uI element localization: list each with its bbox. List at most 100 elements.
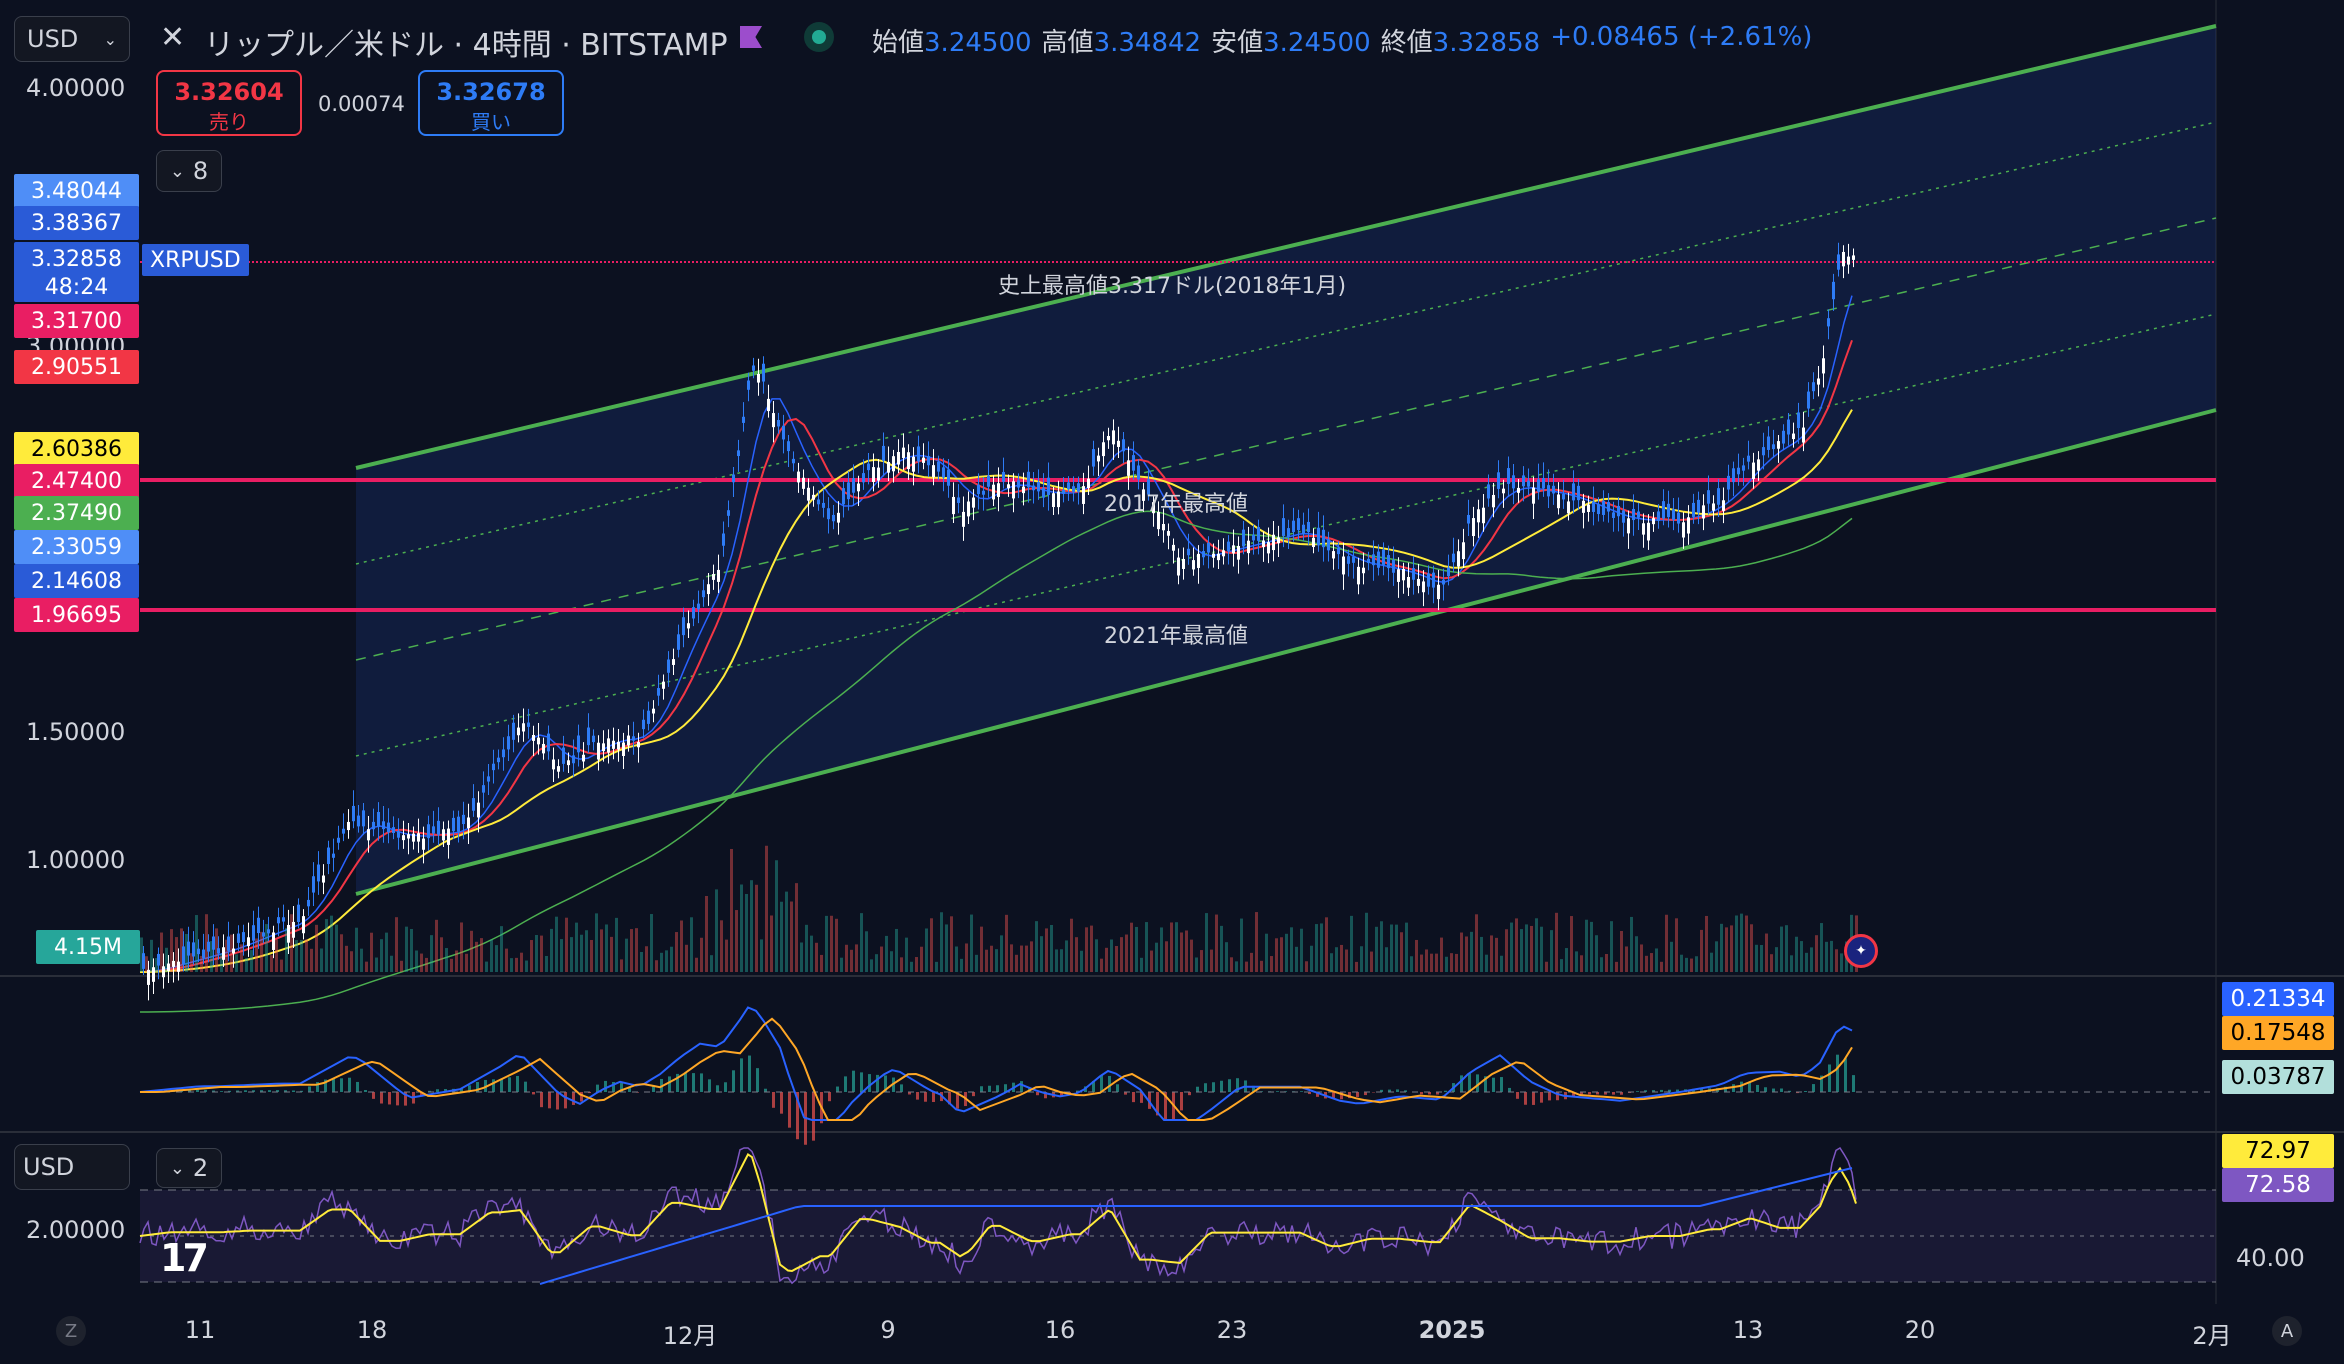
volume-bar [605, 924, 608, 972]
macd-histogram-bar [900, 1084, 903, 1092]
sell-button[interactable]: 3.32604 売り [156, 70, 302, 136]
macd-histogram-bar [844, 1076, 847, 1092]
macd-histogram-bar [1852, 1075, 1855, 1092]
macd-histogram-bar [684, 1072, 687, 1092]
volume-bar [1330, 953, 1333, 972]
candle-body [187, 941, 190, 956]
volume-bar [710, 955, 713, 972]
candle-body [1587, 504, 1590, 512]
candle-body [362, 810, 365, 827]
volume-bar [1105, 947, 1108, 972]
candle-body [1172, 544, 1175, 551]
candle-body [417, 833, 420, 842]
macd-histogram-bar [692, 1073, 695, 1092]
volume-bar [1710, 952, 1713, 972]
macd-histogram-bar [1220, 1080, 1223, 1092]
symbol-title[interactable]: リップル／米ドル · 4時間 · BITSTAMP [204, 20, 728, 64]
candle-body [897, 451, 900, 465]
candle-body [642, 719, 645, 730]
candle-body [1032, 485, 1035, 491]
volume-bar [785, 891, 788, 972]
ohlc-key: 高値 [1041, 28, 1094, 58]
macd-histogram-bar [1460, 1075, 1463, 1092]
volume-bar [335, 924, 338, 972]
volume-bar [1250, 952, 1253, 972]
candle-body [572, 755, 575, 764]
volume-bar [1825, 941, 1828, 972]
volume-bar [365, 961, 368, 972]
volume-bar [1150, 950, 1153, 972]
candle-body [462, 814, 465, 825]
macd-histogram-bar [388, 1092, 391, 1105]
currency-select[interactable]: USD ⌄ [14, 16, 130, 62]
volume-bar [1060, 949, 1063, 972]
candle-body [562, 747, 565, 764]
candle-body [967, 501, 970, 517]
volume-bar [1410, 956, 1413, 972]
candle-body [822, 502, 825, 508]
volume-bar [635, 928, 638, 972]
volume-bar [695, 957, 698, 972]
time-tick: 12月 [662, 1322, 718, 1350]
volume-bar [685, 944, 688, 972]
ohlc-value: 3.24500 [924, 28, 1032, 58]
candle-body [1427, 573, 1430, 587]
candle-body [502, 749, 505, 758]
volume-bar [1215, 914, 1218, 972]
volume-bar [1665, 914, 1668, 972]
candle-body [1057, 491, 1060, 508]
rsi-currency-select[interactable]: USD [14, 1144, 130, 1190]
market-status-icon[interactable] [804, 22, 834, 52]
candle-body [1007, 484, 1010, 489]
candle-body [1692, 502, 1695, 517]
candle-body [447, 828, 450, 845]
candle-body [1407, 576, 1410, 588]
price-chart-canvas[interactable] [0, 0, 2344, 1364]
volume-bar [1280, 937, 1283, 972]
us-flag-event-icon[interactable]: ✦ [1844, 934, 1878, 968]
candle-body [197, 948, 200, 955]
candle-body [807, 487, 810, 501]
volume-bar [545, 955, 548, 972]
volume-bar [250, 950, 253, 972]
candle-body [1452, 553, 1455, 563]
volume-bar [455, 950, 458, 972]
volume-bar [345, 945, 348, 972]
macd-histogram-bar [988, 1085, 991, 1092]
indicators-toggle[interactable]: ⌄ 8 [156, 150, 222, 192]
buy-button[interactable]: 3.32678 買い [418, 70, 564, 136]
macd-histogram-bar [852, 1070, 855, 1092]
candle-body [342, 828, 345, 834]
candle-body [177, 961, 180, 972]
candle-body [142, 953, 145, 969]
rsi-toggle[interactable]: ⌄ 2 [156, 1148, 222, 1188]
macd-histogram-bar [1116, 1084, 1119, 1092]
candle-body [1667, 503, 1670, 518]
candle-body [632, 736, 635, 741]
auto-scale-button[interactable]: A [2272, 1316, 2302, 1346]
volume-bar [500, 926, 503, 972]
volume-bar [995, 949, 998, 972]
timezone-button[interactable]: Z [56, 1316, 86, 1346]
volume-bar [1100, 958, 1103, 972]
volume-bar [665, 950, 668, 972]
macd-histogram-bar [1468, 1073, 1471, 1092]
volume-bar [1165, 941, 1168, 972]
macd-histogram-bar [1492, 1077, 1495, 1092]
volume-label: 4.15M [36, 930, 140, 964]
volume-bar [320, 948, 323, 972]
volume-bar [1340, 944, 1343, 972]
candle-body [1277, 537, 1280, 544]
candle-body [207, 941, 210, 952]
volume-bar [1335, 947, 1338, 972]
volume-bar [1030, 941, 1033, 972]
candle-body [1387, 555, 1390, 569]
ohlc-item: 始値3.24500 [872, 22, 1032, 59]
volume-bar [1615, 961, 1618, 972]
macd-histogram-bar [1636, 1091, 1639, 1092]
volume-bar [1045, 928, 1048, 972]
candle-body [567, 760, 570, 766]
volume-bar [655, 960, 658, 972]
candle-body [157, 953, 160, 966]
candle-body [1722, 500, 1725, 511]
